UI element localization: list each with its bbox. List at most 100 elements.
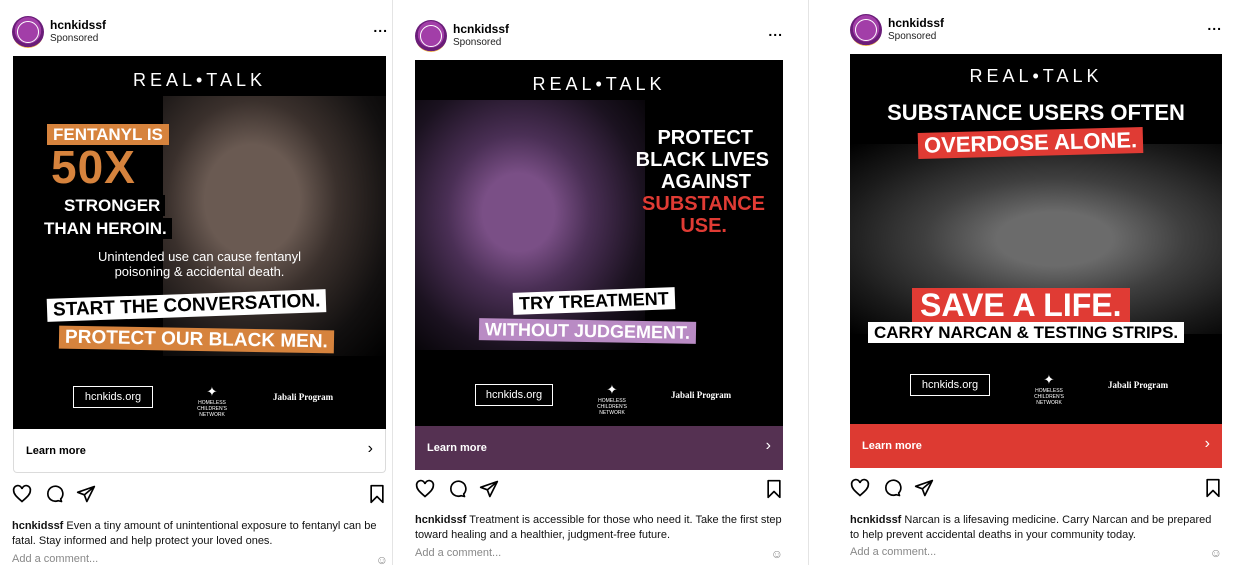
ad-image[interactable]: REAL•TALK FENTANYL IS 50X STRONGER THAN …: [13, 56, 386, 429]
ad-headline-number: 50X: [51, 141, 136, 193]
more-options-icon[interactable]: ...: [373, 19, 388, 35]
ad-image[interactable]: REAL•TALK PROTECT BLACK LIVES AGAINST SU…: [415, 60, 783, 426]
emoji-icon[interactable]: ☺: [771, 547, 783, 561]
ad-subtext: Unintended use can cause fentanyl: [97, 249, 302, 264]
program-logo: Jabali Program: [1108, 380, 1169, 390]
post-header: hcnkidssf Sponsored ...: [850, 14, 1222, 54]
add-comment-placeholder: Add a comment...: [415, 547, 502, 559]
ad-headline-line: SUBSTANCE USERS OFTEN: [887, 100, 1185, 125]
column-divider: [808, 0, 809, 565]
add-comment-field[interactable]: Add a comment... ☺: [850, 546, 1222, 560]
bookmark-icon[interactable]: [1204, 478, 1222, 498]
ad-image[interactable]: REAL•TALK SUBSTANCE USERS OFTEN OVERDOSE…: [850, 54, 1222, 424]
bookmark-icon[interactable]: [765, 479, 783, 499]
avatar[interactable]: [850, 14, 882, 46]
network-name: HOMELESS CHILDREN'S NETWORK: [597, 398, 627, 416]
ad-headline-line: AGAINST: [661, 171, 751, 193]
ad-brand-title: REAL•TALK: [532, 74, 666, 94]
network-mark-icon: ✦: [206, 384, 218, 399]
post-username[interactable]: hcnkidssf: [50, 18, 106, 32]
sponsored-label: Sponsored: [453, 37, 502, 48]
comment-icon[interactable]: [44, 484, 64, 504]
logo-url: hcnkids.org: [910, 374, 990, 396]
ad-headline-line: BLACK LIVES: [635, 149, 769, 171]
sponsored-label: Sponsored: [50, 33, 99, 44]
caption-username[interactable]: hcnkidssf: [12, 520, 63, 532]
heart-icon[interactable]: [415, 479, 435, 499]
network-name: HOMELESS CHILDREN'S NETWORK: [197, 400, 227, 418]
caption-username[interactable]: hcnkidssf: [850, 514, 901, 526]
ad-logos: hcnkids.org ✦ HOMELESS CHILDREN'S NETWORK…: [13, 384, 386, 418]
heart-icon[interactable]: [12, 484, 32, 504]
post-actions: [415, 479, 783, 501]
learn-more-button[interactable]: Learn more ›: [415, 426, 783, 470]
post-username[interactable]: hcnkidssf: [453, 22, 509, 36]
network-logo: ✦ HOMELESS CHILDREN'S NETWORK: [595, 382, 629, 416]
chevron-right-icon: ›: [1204, 435, 1210, 452]
post-caption: hcnkidssf Treatment is accessible for th…: [415, 513, 783, 543]
caption-username[interactable]: hcnkidssf: [415, 514, 466, 526]
sponsored-label: Sponsored: [888, 31, 937, 42]
ad-headline-line: STRONGER: [59, 195, 166, 216]
caption-text: Treatment is accessible for those who ne…: [415, 514, 782, 541]
post-caption: hcnkidssf Narcan is a lifesaving medicin…: [850, 513, 1222, 543]
learn-more-button[interactable]: Learn more ›: [13, 429, 386, 473]
emoji-icon[interactable]: ☺: [1210, 546, 1222, 560]
more-options-icon[interactable]: ...: [1207, 17, 1222, 33]
add-comment-placeholder: Add a comment...: [12, 553, 99, 565]
avatar[interactable]: [415, 20, 447, 52]
caption-text: Even a tiny amount of unintentional expo…: [12, 520, 377, 547]
learn-more-label: Learn more: [862, 440, 922, 452]
network-logo: ✦ HOMELESS CHILDREN'S NETWORK: [1032, 372, 1066, 406]
post-actions: [850, 478, 1222, 500]
add-comment-field[interactable]: Add a comment... ☺: [415, 547, 783, 561]
logo-url: hcnkids.org: [73, 386, 153, 408]
post-caption: hcnkidssf Even a tiny amount of unintent…: [12, 519, 388, 549]
share-icon[interactable]: [76, 484, 96, 504]
ad-brand-title: REAL•TALK: [132, 70, 266, 90]
post-actions: [12, 484, 388, 506]
program-logo: Jabali Program: [273, 392, 334, 402]
ad-cta-line: PROTECT OUR BLACK MEN.: [58, 325, 335, 354]
column-divider: [392, 0, 393, 565]
post-username[interactable]: hcnkidssf: [888, 16, 944, 30]
emoji-icon[interactable]: ☺: [376, 553, 388, 565]
network-mark-icon: ✦: [1043, 372, 1055, 387]
comment-icon[interactable]: [882, 478, 902, 498]
post-card: hcnkidssf Sponsored ... REAL•TALK FENTAN…: [12, 0, 388, 565]
ad-subtext: poisoning & accidental death.: [114, 264, 285, 279]
post-card: hcnkidssf Sponsored ... REAL•TALK SUBSTA…: [850, 0, 1222, 565]
portrait-photo: [163, 96, 386, 356]
ad-logos: hcnkids.org ✦ HOMELESS CHILDREN'S NETWORK…: [850, 372, 1222, 406]
ad-cta-line: WITHOUT JUDGEMENT.: [478, 318, 697, 344]
chevron-right-icon: ›: [367, 440, 373, 457]
heart-icon[interactable]: [850, 478, 870, 498]
ad-cta-line: CARRY NARCAN & TESTING STRIPS.: [868, 322, 1185, 343]
bookmark-icon[interactable]: [368, 484, 386, 504]
learn-more-label: Learn more: [26, 445, 86, 457]
ad-headline-line: USE.: [680, 215, 727, 237]
add-comment-placeholder: Add a comment...: [850, 546, 937, 558]
avatar[interactable]: [12, 16, 44, 48]
ad-cta-line: TRY TREATMENT: [512, 287, 676, 315]
learn-more-button[interactable]: Learn more ›: [850, 424, 1222, 468]
ad-gallery: hcnkidssf Sponsored ... REAL•TALK FENTAN…: [0, 0, 1247, 565]
network-name: HOMELESS CHILDREN'S NETWORK: [1034, 388, 1064, 406]
learn-more-label: Learn more: [427, 442, 487, 454]
caption-text: Narcan is a lifesaving medicine. Carry N…: [850, 514, 1212, 541]
share-icon[interactable]: [479, 479, 499, 499]
more-options-icon[interactable]: ...: [768, 23, 783, 39]
ad-brand-title: REAL•TALK: [969, 66, 1103, 86]
ad-headline-line: SUBSTANCE: [642, 193, 765, 215]
post-header: hcnkidssf Sponsored ...: [415, 20, 783, 60]
ad-headline-line: PROTECT: [657, 127, 753, 149]
post-card: hcnkidssf Sponsored ... REAL•TALK PROTEC…: [415, 0, 783, 565]
chevron-right-icon: ›: [765, 437, 771, 454]
ad-logos: hcnkids.org ✦ HOMELESS CHILDREN'S NETWORK…: [415, 382, 783, 416]
network-mark-icon: ✦: [606, 382, 618, 397]
share-icon[interactable]: [914, 478, 934, 498]
network-logo: ✦ HOMELESS CHILDREN'S NETWORK: [195, 384, 229, 418]
comment-icon[interactable]: [447, 479, 467, 499]
add-comment-field[interactable]: Add a comment... ☺: [12, 553, 388, 565]
ad-headline-line: THAN HEROIN.: [39, 218, 172, 239]
